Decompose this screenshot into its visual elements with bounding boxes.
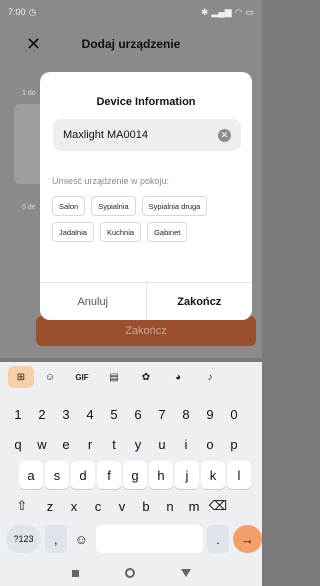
enter-arrow-icon[interactable]: → [232, 525, 262, 553]
key[interactable]: h [149, 461, 173, 489]
home-icon[interactable] [124, 568, 135, 578]
key[interactable]: x [62, 492, 86, 520]
key[interactable]: 9 [198, 400, 222, 428]
cancel-button[interactable]: Anuluj [40, 283, 147, 320]
keyboard-bottom-row: ?123 , ☺ . → [0, 525, 262, 553]
app-bar: ✕ Dodaj urządzenie [0, 30, 262, 58]
key[interactable]: g [123, 461, 147, 489]
room-chips: Salon Sypialnia Sypialnia druga Jadalnia… [52, 196, 246, 242]
mic-icon[interactable]: ♪ [194, 366, 226, 388]
key[interactable]: c [86, 492, 110, 520]
key[interactable]: 2 [30, 400, 54, 428]
dialog-title: Device Information [96, 96, 196, 108]
alarm-icon: ◷ [28, 6, 37, 17]
status-icons: ✱ ▂▄▆ ◠ ▭ [201, 7, 254, 18]
key[interactable]: a [19, 461, 43, 489]
gif-button[interactable]: GIF [66, 366, 98, 388]
key[interactable]: b [134, 492, 158, 520]
wifi-icon: ◠ [234, 6, 243, 17]
status-bar: 7:00 ◷ ✱ ▂▄▆ ◠ ▭ [0, 0, 262, 24]
key[interactable]: 8 [174, 400, 198, 428]
finish-button[interactable]: Zakończ [147, 283, 253, 320]
comma-key[interactable]: , [45, 525, 67, 553]
key[interactable]: 3 [54, 400, 78, 428]
page-title: Dodaj urządzenie [81, 37, 181, 51]
apps-grid-icon[interactable]: ⊞ [8, 366, 34, 388]
home-row: a s d f g h j k l [0, 461, 262, 489]
period-key[interactable]: . [207, 525, 229, 553]
soft-keyboard: ⊞ ☺ GIF ▤ ✿ ◕ ♪ 1 2 3 4 5 6 7 8 9 0 q w … [0, 362, 262, 586]
key[interactable]: q [6, 430, 30, 458]
battery-icon: ▭ [245, 6, 254, 17]
key[interactable]: v [110, 492, 134, 520]
key[interactable]: u [150, 430, 174, 458]
clear-icon[interactable]: ✕ [218, 128, 231, 142]
room-chip[interactable]: Jadalnia [52, 222, 94, 242]
sticker-icon[interactable]: ☺ [34, 366, 66, 388]
room-chip[interactable]: Gabinet [147, 222, 188, 242]
room-chip[interactable]: Sypialnia druga [141, 196, 208, 216]
system-nav-bar [0, 560, 262, 586]
qwerty-row: q w e r t y u i o p [0, 430, 262, 458]
keyboard-toolbar: ⊞ ☺ GIF ▤ ✿ ◕ ♪ [0, 362, 262, 392]
key[interactable]: 7 [150, 400, 174, 428]
bluetooth-icon: ✱ [200, 6, 209, 17]
key[interactable]: m [182, 492, 206, 520]
key[interactable]: n [158, 492, 182, 520]
number-row: 1 2 3 4 5 6 7 8 9 0 [0, 400, 262, 428]
key[interactable]: l [227, 461, 251, 489]
key[interactable]: 4 [78, 400, 102, 428]
clipboard-icon[interactable]: ▤ [98, 366, 130, 388]
emoji-icon[interactable]: ☺ [71, 525, 92, 553]
status-time: 7:00 [8, 7, 26, 17]
signal-icon: ▂▄▆ [211, 6, 232, 17]
key[interactable]: 5 [102, 400, 126, 428]
key[interactable]: w [30, 430, 54, 458]
room-prompt: Umieść urządzenie w pokoju: [52, 176, 170, 186]
key[interactable]: j [175, 461, 199, 489]
settings-gear-icon[interactable]: ✿ [130, 366, 162, 388]
key[interactable]: s [45, 461, 69, 489]
shift-icon[interactable]: ⇧ [6, 492, 38, 520]
key[interactable]: y [126, 430, 150, 458]
back-icon[interactable] [180, 569, 191, 577]
backspace-icon[interactable]: ⌫ [206, 492, 230, 520]
bottom-letter-row: ⇧ z x c v b n m ⌫ [0, 492, 262, 520]
key[interactable]: p [222, 430, 246, 458]
palette-icon[interactable]: ◕ [162, 366, 194, 388]
room-chip[interactable]: Salon [52, 196, 86, 216]
dialog-actions: Anuluj Zakończ [40, 282, 252, 320]
key[interactable]: e [54, 430, 78, 458]
recents-icon[interactable] [71, 569, 79, 577]
room-chip[interactable]: Kuchnia [99, 222, 142, 242]
close-icon[interactable]: ✕ [26, 34, 41, 55]
step-label: 0 de [22, 204, 36, 211]
step-label: 1 do [22, 90, 36, 97]
key[interactable]: 6 [126, 400, 150, 428]
key[interactable]: d [71, 461, 95, 489]
space-key[interactable] [96, 525, 204, 553]
key[interactable]: t [102, 430, 126, 458]
key[interactable]: k [201, 461, 225, 489]
key[interactable]: f [97, 461, 121, 489]
device-name-value[interactable]: Maxlight MA0014 [63, 129, 218, 141]
key[interactable]: i [174, 430, 198, 458]
key[interactable]: z [38, 492, 62, 520]
key[interactable]: 0 [222, 400, 246, 428]
key[interactable]: o [198, 430, 222, 458]
room-chip[interactable]: Sypialnia [91, 196, 136, 216]
background-finish-button: Zakończ [36, 316, 256, 346]
key[interactable]: 1 [6, 400, 30, 428]
device-name-field[interactable]: Maxlight MA0014 ✕ [53, 119, 241, 151]
key[interactable]: r [78, 430, 102, 458]
device-info-dialog: Device Information Maxlight MA0014 ✕ Umi… [40, 72, 252, 320]
symbols-key[interactable]: ?123 [6, 525, 42, 553]
